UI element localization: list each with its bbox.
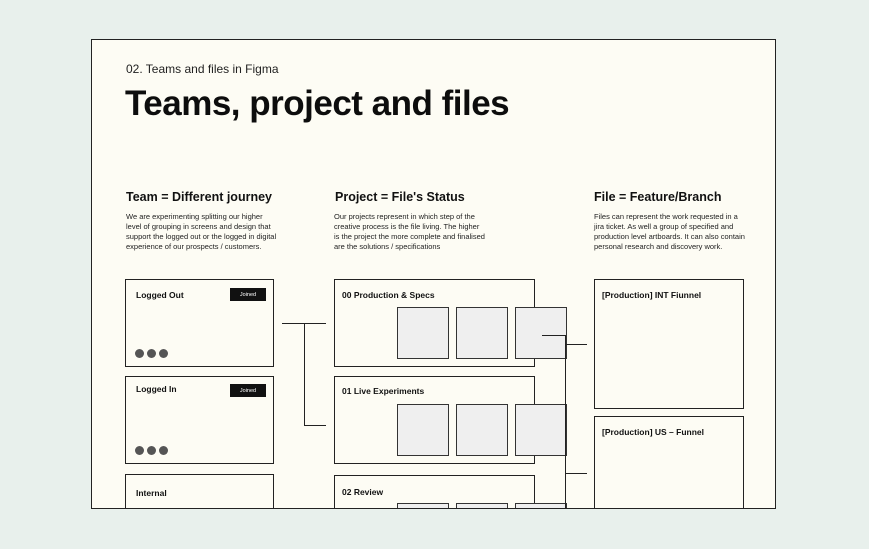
project-column-description: Our projects represent in which step of …: [334, 212, 485, 251]
file-thumbnail: [397, 404, 449, 456]
avatar: [159, 446, 168, 455]
file-column-description: Files can represent the work requested i…: [594, 212, 745, 251]
team-card-internal[interactable]: Internal: [125, 474, 274, 508]
team-card-logged-in[interactable]: Logged In Joined: [125, 376, 274, 464]
file-card-label: [Production] US – Funnel: [602, 427, 704, 437]
team-card-logged-out[interactable]: Logged Out Joined: [125, 279, 274, 367]
connector-line: [565, 335, 566, 508]
connector-line: [304, 425, 326, 426]
project-card-production-specs[interactable]: 00 Production & Specs: [334, 279, 567, 367]
section-subtitle: 02. Teams and files in Figma: [126, 62, 279, 76]
project-card-live-experiments[interactable]: 01 Live Experiments: [334, 376, 567, 464]
team-card-label: Internal: [136, 488, 167, 498]
team-column-description: We are experimenting splitting our highe…: [126, 212, 277, 251]
project-card-label: 02 Review: [342, 487, 384, 497]
connector-line: [304, 323, 305, 426]
page-title: Teams, project and files: [125, 84, 510, 123]
file-card-us-funnel[interactable]: [Production] US – Funnel: [594, 416, 744, 508]
project-column-heading: Project = File's Status: [335, 190, 465, 204]
connector-line: [565, 473, 587, 474]
team-card-label: Logged In: [136, 384, 177, 394]
joined-badge: Joined: [230, 384, 266, 397]
team-column-heading: Team = Different journey: [126, 190, 272, 204]
file-card-label: [Production] INT Fiunnel: [602, 290, 702, 300]
canvas-frame: 02. Teams and files in Figma Teams, proj…: [91, 39, 776, 509]
avatar: [147, 349, 156, 358]
avatar: [135, 446, 144, 455]
avatar: [159, 349, 168, 358]
file-thumbnail: [456, 307, 508, 359]
connector-line: [542, 335, 566, 336]
member-avatars: [135, 349, 168, 358]
file-thumbnail: [397, 307, 449, 359]
team-card-label: Logged Out: [136, 290, 184, 300]
file-thumbnail: [515, 404, 567, 456]
avatar: [147, 446, 156, 455]
member-avatars: [135, 446, 168, 455]
project-card-review[interactable]: 02 Review: [334, 475, 567, 508]
file-thumbnail: [397, 503, 449, 508]
file-thumbnail: [515, 307, 567, 359]
file-thumbnail: [456, 503, 508, 508]
project-card-label: 01 Live Experiments: [342, 386, 425, 396]
file-column-heading: File = Feature/Branch: [594, 190, 722, 204]
file-thumbnail: [515, 503, 567, 508]
avatar: [135, 349, 144, 358]
joined-badge: Joined: [230, 288, 266, 301]
connector-line: [565, 344, 587, 345]
project-card-label: 00 Production & Specs: [342, 290, 435, 300]
file-card-int-fiunnel[interactable]: [Production] INT Fiunnel: [594, 279, 744, 409]
file-thumbnail: [456, 404, 508, 456]
